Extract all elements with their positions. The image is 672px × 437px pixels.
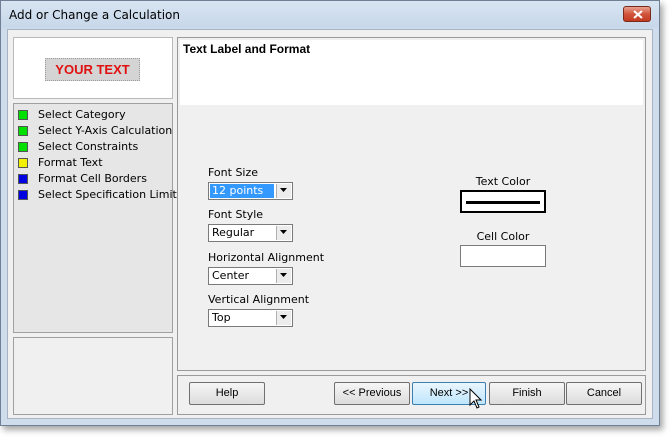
help-button[interactable]: Help (189, 382, 265, 405)
step-label: Select Category (38, 108, 126, 121)
title-bar[interactable]: Add or Change a Calculation (1, 1, 659, 29)
dropdown-button[interactable] (276, 311, 291, 325)
font-style-select[interactable]: Regular (208, 224, 293, 242)
header-box: Text Label and Format (180, 40, 643, 105)
cell-color-label: Cell Color (476, 230, 530, 243)
button-bar: Help << Previous Next >> Finish Cancel (177, 375, 646, 415)
step-list: Select Category Select Y-Axis Calculatio… (13, 103, 183, 333)
dropdown-button[interactable] (276, 226, 291, 240)
font-style-value: Regular (212, 226, 255, 239)
step-label: Select Constraints (38, 140, 139, 153)
text-color-label: Text Color (475, 175, 531, 188)
dropdown-button[interactable] (276, 184, 291, 198)
window-title: Add or Change a Calculation (9, 8, 181, 22)
horizontal-alignment-select[interactable]: Center (208, 267, 293, 285)
status-icon (18, 190, 28, 200)
previous-button[interactable]: << Previous (334, 382, 410, 405)
mouse-pointer-icon (469, 388, 483, 409)
chevron-down-icon (280, 315, 287, 319)
cancel-button[interactable]: Cancel (566, 382, 642, 405)
dialog-window: Add or Change a Calculation YOUR TEXT Se… (0, 0, 660, 426)
close-icon (633, 10, 643, 19)
step-label: Select Specification Limits (38, 188, 183, 201)
status-icon (18, 110, 28, 120)
chevron-down-icon (280, 230, 287, 234)
content-panel: Text Label and Format Font Size 12 point… (177, 37, 646, 371)
horizontal-alignment-label: Horizontal Alignment (208, 251, 325, 264)
chevron-down-icon (280, 273, 287, 277)
status-icon (18, 158, 28, 168)
vertical-alignment-value: Top (212, 311, 231, 324)
font-size-select[interactable]: 12 points (208, 182, 293, 200)
vertical-alignment-label: Vertical Alignment (208, 293, 310, 306)
font-size-value: 12 points (210, 184, 274, 198)
logo-text: YOUR TEXT (45, 58, 140, 81)
step-label: Select Y-Axis Calculation (38, 124, 173, 137)
finish-button[interactable]: Finish (489, 382, 565, 405)
dropdown-button[interactable] (276, 269, 291, 283)
info-panel (13, 337, 173, 415)
font-size-label: Font Size (208, 166, 259, 179)
page-title: Text Label and Format (183, 42, 311, 56)
close-button[interactable] (623, 6, 651, 22)
horizontal-alignment-value: Center (212, 269, 250, 282)
font-style-label: Font Style (208, 208, 264, 221)
status-icon (18, 126, 28, 136)
step-label: Format Text (38, 156, 103, 169)
text-color-preview (466, 201, 540, 204)
step-label: Format Cell Borders (38, 172, 147, 185)
chevron-down-icon (280, 188, 287, 192)
vertical-alignment-select[interactable]: Top (208, 309, 293, 327)
text-color-swatch[interactable] (460, 190, 546, 213)
dialog-client: YOUR TEXT Select Category Select Y-Axis … (7, 29, 653, 419)
cell-color-swatch[interactable] (460, 245, 546, 267)
status-icon (18, 174, 28, 184)
status-icon (18, 142, 28, 152)
logo-panel: YOUR TEXT (13, 37, 173, 99)
